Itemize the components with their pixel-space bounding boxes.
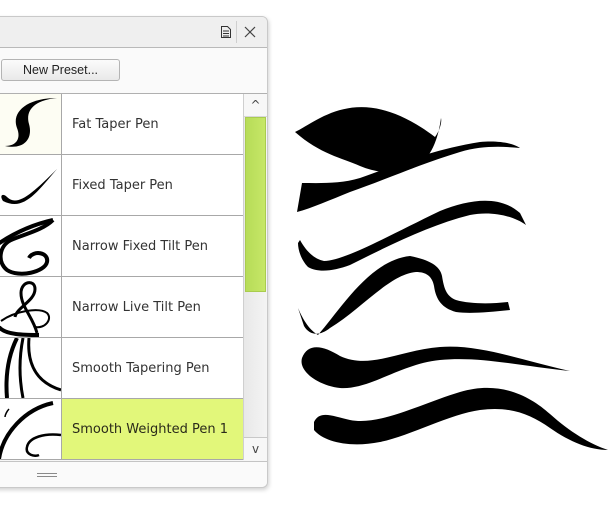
preset-row-fixed-taper-pen[interactable]: Fixed Taper Pen <box>0 155 243 216</box>
close-icon <box>244 26 256 38</box>
chevron-down-icon: v <box>251 442 260 456</box>
pen-presets-panel: New Preset... Fat Taper Pen Fixed Taper … <box>0 16 268 488</box>
titlebar-separator <box>236 21 237 43</box>
preset-label: Smooth Tapering Pen <box>72 360 210 376</box>
scrollbar-thumb[interactable] <box>245 117 266 292</box>
chevron-up-icon: ^ <box>250 98 261 112</box>
panel-menu-icon <box>221 26 231 38</box>
smooth-weighted-stroke-icon <box>0 401 61 459</box>
panel-menu-button[interactable] <box>215 21 237 43</box>
close-button[interactable] <box>239 21 261 43</box>
preset-label: Narrow Live Tilt Pen <box>72 299 201 315</box>
preset-label: Narrow Fixed Tilt Pen <box>72 238 209 254</box>
narrow-fixed-tilt-thumbnail <box>0 216 62 276</box>
smooth-tapering-thumbnail <box>0 338 62 398</box>
smooth-tapering-stroke-icon <box>4 338 61 398</box>
drawing-canvas[interactable] <box>280 60 612 460</box>
fat-taper-thumbnail <box>0 94 62 154</box>
preset-row-smooth-weighted-pen-1[interactable]: Smooth Weighted Pen 1 <box>0 399 243 460</box>
preset-label: Fat Taper Pen <box>72 116 159 132</box>
scroll-down-button[interactable]: v <box>244 437 267 460</box>
fixed-taper-thumbnail <box>0 155 62 215</box>
narrow-live-tilt-stroke-icon <box>0 281 51 337</box>
preset-row-fat-taper-pen[interactable]: Fat Taper Pen <box>0 94 243 155</box>
preset-list: Fat Taper Pen Fixed Taper Pen Narrow Fix… <box>0 94 243 460</box>
smooth-weighted-stroke <box>314 387 608 450</box>
preset-list-scrollbar[interactable]: ^ v <box>243 94 267 460</box>
panel-toolbar: New Preset... <box>0 48 267 94</box>
preset-row-smooth-tapering-pen[interactable]: Smooth Tapering Pen <box>0 338 243 399</box>
preset-row-narrow-live-tilt-pen[interactable]: Narrow Live Tilt Pen <box>0 277 243 338</box>
preset-row-narrow-fixed-tilt-pen[interactable]: Narrow Fixed Tilt Pen <box>0 216 243 277</box>
resize-grip[interactable] <box>37 472 57 478</box>
preset-label: Fixed Taper Pen <box>72 177 173 193</box>
new-preset-button[interactable]: New Preset... <box>1 59 120 81</box>
scroll-up-button[interactable]: ^ <box>244 94 267 117</box>
panel-titlebar <box>0 17 267 48</box>
fat-taper-stroke-icon <box>5 98 57 147</box>
preset-label: Smooth Weighted Pen 1 <box>62 399 243 459</box>
smooth-weighted-thumbnail <box>0 399 62 459</box>
narrow-live-tilt-thumbnail <box>0 277 62 337</box>
panel-footer <box>0 461 267 487</box>
narrow-fixed-tilt-stroke-icon <box>0 218 55 276</box>
smooth-tapering-stroke <box>301 346 570 389</box>
fixed-taper-stroke-icon <box>1 169 57 205</box>
